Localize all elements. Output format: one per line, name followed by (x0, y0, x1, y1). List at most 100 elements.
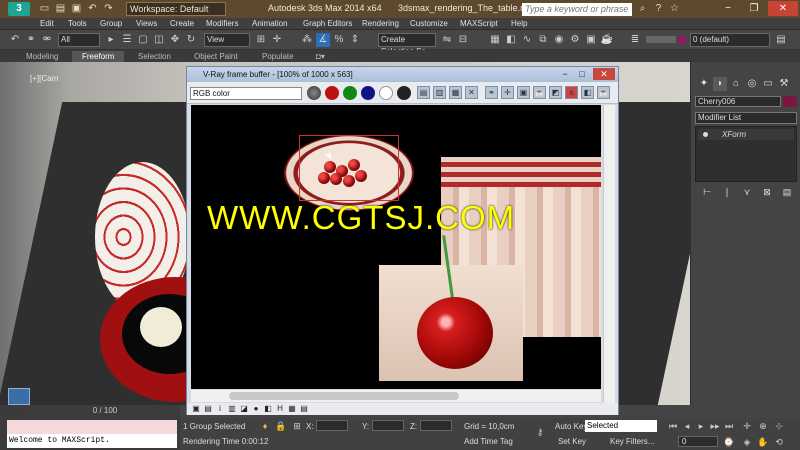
horizontal-scroll-thumb[interactable] (229, 392, 459, 400)
layer-options-icon[interactable]: ▤ (774, 33, 788, 47)
app-logo[interactable]: 3 (8, 2, 30, 16)
tab-modeling[interactable]: Modeling (16, 51, 68, 62)
key-filters-button[interactable]: Key Filters... (610, 437, 654, 446)
menu-graph-editors[interactable]: Graph Editors (303, 19, 352, 28)
modifier-on-icon[interactable] (703, 132, 708, 137)
vray-maximize-button[interactable]: □ (574, 68, 590, 80)
search-input[interactable]: Type a keyword or phrase (522, 3, 632, 16)
maxscript-listener-input[interactable] (7, 420, 177, 434)
selection-region-icon[interactable]: ▢ (136, 33, 150, 47)
render-teapot-icon[interactable]: ☕ (600, 33, 614, 47)
create-tab-icon[interactable]: ✦ (697, 77, 711, 91)
set-key-button[interactable]: Set Key (558, 437, 586, 446)
workspace-dropdown[interactable]: Workspace: Default (126, 2, 226, 16)
mono-channel-button[interactable] (397, 86, 411, 100)
select-by-name-icon[interactable]: ☰ (120, 33, 134, 47)
menu-group[interactable]: Group (100, 19, 122, 28)
modifier-stack[interactable]: XForm (695, 126, 797, 182)
view-channel-icon[interactable] (307, 86, 321, 100)
current-frame-field[interactable]: 0 (678, 436, 718, 447)
levels-icon[interactable]: ▥ (227, 404, 237, 414)
time-slider[interactable]: 0 / 100 (30, 405, 180, 417)
help-icon[interactable]: ? (652, 2, 665, 15)
color-correction-icon[interactable]: ◩ (549, 86, 562, 99)
minimize-button[interactable]: − (716, 1, 740, 16)
info-icon[interactable]: i (215, 404, 225, 414)
save-image-icon[interactable]: ▤ (417, 86, 430, 99)
add-time-tag[interactable]: Add Time Tag (464, 437, 513, 446)
load-image-icon[interactable]: ▥ (433, 86, 446, 99)
exposure-icon[interactable]: ◧ (263, 404, 273, 414)
srgb-icon[interactable]: s (565, 86, 578, 99)
goto-end-icon[interactable]: ⏭ (722, 420, 736, 432)
red-channel-button[interactable] (325, 86, 339, 100)
link-icon-vray[interactable]: ⚭ (485, 86, 498, 99)
previous-frame-icon[interactable]: ◂ (680, 420, 694, 432)
modify-tab-icon[interactable]: ◗ (713, 77, 727, 91)
motion-tab-icon[interactable]: ◎ (745, 77, 759, 91)
layer-manager-icon[interactable]: ▦ (488, 33, 502, 47)
viewport-layout-button[interactable] (8, 388, 30, 405)
menu-help[interactable]: Help (511, 19, 527, 28)
play-icon[interactable]: ▸ (694, 420, 708, 432)
menu-tools[interactable]: Tools (68, 19, 87, 28)
lock-selection-icon[interactable]: 🔒 (274, 420, 288, 432)
show-end-result-icon[interactable]: ❘ (721, 186, 733, 198)
isolate-icon[interactable]: ♦ (258, 420, 272, 432)
display-icon[interactable]: ▣ (191, 404, 201, 414)
menu-create[interactable]: Create (170, 19, 194, 28)
track-mouse-icon[interactable]: ✛ (501, 86, 514, 99)
zoom-icon[interactable]: ✛ (740, 420, 754, 432)
modifier-stack-item[interactable]: XForm (698, 129, 794, 140)
reference-coord-dropdown[interactable]: View (204, 33, 250, 47)
clear-icon[interactable]: ✕ (465, 86, 478, 99)
object-color-swatch[interactable] (783, 96, 797, 107)
select-object-icon[interactable]: ▸ (104, 33, 118, 47)
x-coordinate-field[interactable] (316, 420, 348, 431)
modifier-list-dropdown[interactable]: Modifier List (695, 112, 797, 124)
unlink-icon[interactable]: ⚮ (40, 33, 54, 47)
time-config-icon[interactable]: ⌚ (722, 436, 736, 448)
horizontal-scrollbar[interactable] (191, 390, 601, 402)
utilities-tab-icon[interactable]: ⚒ (777, 77, 791, 91)
curve-icon[interactable]: ◪ (239, 404, 249, 414)
history-icon[interactable]: ▤ (203, 404, 213, 414)
viewport-label[interactable]: [+][Cam (30, 74, 58, 83)
render-setup-icon[interactable]: ⚙ (568, 33, 582, 47)
tab-object-paint[interactable]: Object Paint (184, 51, 248, 62)
blue-channel-button[interactable] (361, 86, 375, 100)
maxscript-output[interactable]: Welcome to MAXScript. (7, 434, 177, 448)
menu-animation[interactable]: Animation (252, 19, 288, 28)
object-name-field[interactable]: Cherry006 (695, 96, 781, 107)
pixel-aspect-icon[interactable]: ▤ (299, 404, 309, 414)
star-icon[interactable]: ☆ (668, 2, 681, 15)
menu-views[interactable]: Views (136, 19, 157, 28)
selection-filter-dropdown[interactable]: All (58, 33, 100, 47)
open-folder-icon[interactable]: ▦ (449, 86, 462, 99)
ribbon-options-icon[interactable]: ◘▾ (306, 51, 335, 62)
absolute-mode-icon[interactable]: ⊞ (290, 420, 304, 432)
menu-modifiers[interactable]: Modifiers (206, 19, 238, 28)
remove-modifier-icon[interactable]: ⊠ (761, 186, 773, 198)
curve-editor-icon[interactable]: ∿ (520, 33, 534, 47)
undo-icon[interactable]: ↶ (86, 2, 99, 15)
rotate-icon[interactable]: ↻ (184, 33, 198, 47)
goto-start-icon[interactable]: ⏮ (666, 420, 680, 432)
percent-snap-icon[interactable]: % (332, 33, 346, 47)
make-unique-icon[interactable]: ⋎ (741, 186, 753, 198)
layer-icon[interactable]: ≣ (628, 33, 642, 47)
hierarchy-tab-icon[interactable]: ⌂ (729, 77, 743, 91)
histogram-icon[interactable]: H (275, 404, 285, 414)
search-icon[interactable]: ⌕ (636, 2, 649, 15)
zoom-all-icon[interactable]: ⊕ (756, 420, 770, 432)
window-crossing-icon[interactable]: ◫ (152, 33, 166, 47)
pin-stack-icon[interactable]: ⊢ (701, 186, 713, 198)
lens-icon[interactable]: ● (251, 404, 261, 414)
vray-minimize-button[interactable]: − (557, 68, 573, 80)
render-last-icon[interactable]: ☕ (533, 86, 546, 99)
snap-icon[interactable]: ⁂ (300, 33, 314, 47)
display-tab-icon[interactable]: ▭ (761, 77, 775, 91)
named-selection-dropdown[interactable]: Create Selection Se (378, 33, 436, 56)
mirror-icon[interactable]: ⇋ (440, 33, 454, 47)
vertical-scrollbar[interactable] (603, 105, 615, 405)
